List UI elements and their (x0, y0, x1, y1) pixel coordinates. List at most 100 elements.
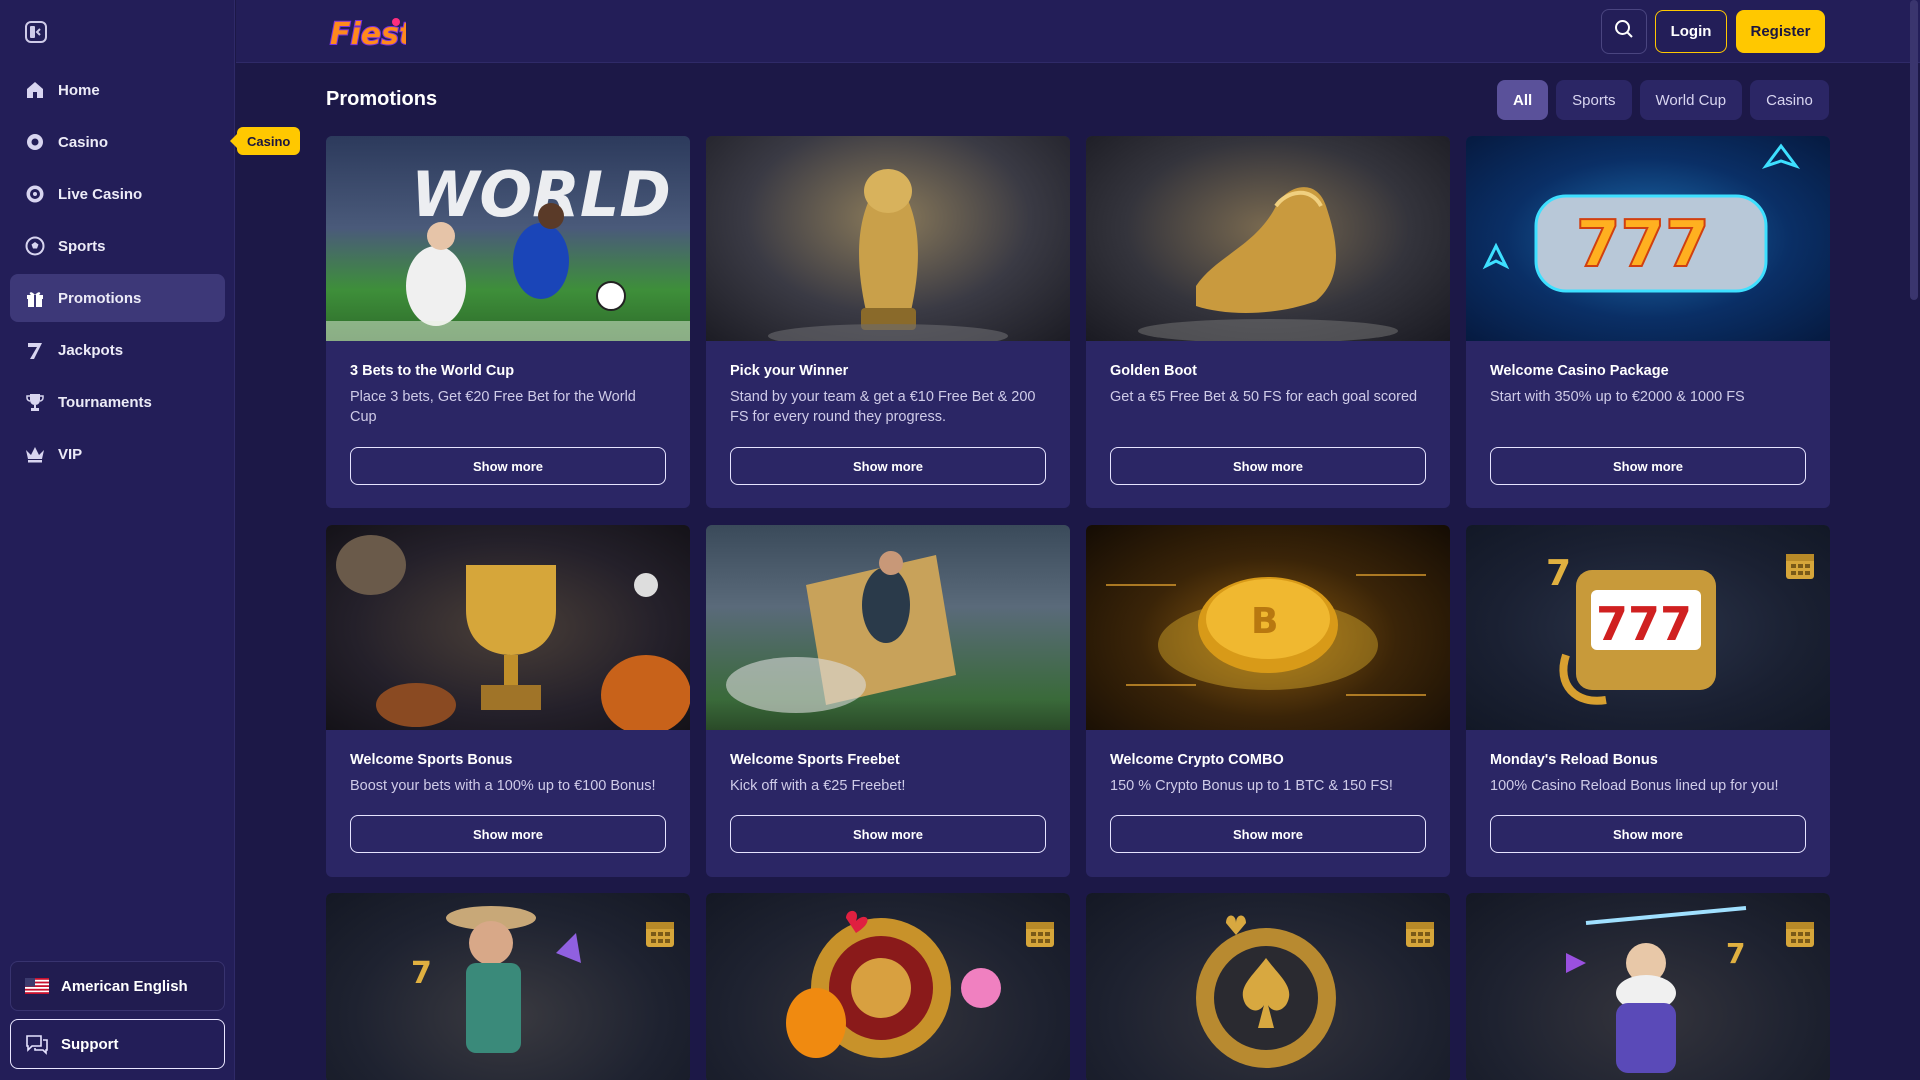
roulette-candy-image (706, 893, 1070, 1080)
page-scrollbar[interactable] (1910, 0, 1918, 300)
promo-card: B Welcome Crypto COMBO 150 % Crypto Bonu… (1086, 525, 1450, 877)
sidebar: Home Casino Live Casino Sports Promotion… (0, 0, 235, 1080)
promo-title: Welcome Sports Bonus (350, 752, 513, 768)
show-more-button[interactable]: Show more (350, 815, 666, 853)
promotion-filters: All Sports World Cup Casino (1497, 80, 1829, 120)
sidebar-item-home[interactable]: Home (10, 66, 225, 114)
chat-icon (25, 1033, 49, 1055)
promo-card: Welcome Sports Freebet Kick off with a €… (706, 525, 1070, 877)
calendar-icon (644, 917, 676, 949)
promo-card (706, 893, 1070, 1080)
casino-icon (24, 131, 46, 153)
show-more-button[interactable]: Show more (1490, 815, 1806, 853)
slot-machine-image: 777 7 (1466, 525, 1830, 730)
svg-text:7: 7 (1726, 937, 1745, 970)
filter-casino[interactable]: Casino (1750, 80, 1829, 120)
sidebar-item-label: Casino (58, 133, 109, 151)
show-more-button[interactable]: Show more (730, 447, 1046, 485)
promo-card: Welcome Sports Bonus Boost your bets wit… (326, 525, 690, 877)
filter-world-cup[interactable]: World Cup (1639, 80, 1743, 120)
promo-description: 150 % Crypto Bonus up to 1 BTC & 150 FS! (1110, 778, 1393, 794)
show-more-button[interactable]: Show more (1110, 815, 1426, 853)
world-cup-trophy-image (706, 136, 1070, 341)
slot-777-image: 777 (1466, 136, 1830, 341)
calendar-icon (1404, 917, 1436, 949)
show-more-button[interactable]: Show more (1490, 447, 1806, 485)
promo-card: 7 (1466, 893, 1830, 1080)
promo-title: Monday's Reload Bonus (1490, 752, 1658, 768)
crypto-coin-image: B (1086, 525, 1450, 730)
sports-freebet-image (706, 525, 1070, 730)
promo-card: Golden Boot Get a €5 Free Bet & 50 FS fo… (1086, 136, 1450, 508)
collapse-sidebar-icon[interactable] (24, 20, 48, 44)
sidebar-item-label: Promotions (58, 289, 142, 307)
sidebar-item-label: VIP (58, 445, 83, 463)
calendar-icon (1024, 917, 1056, 949)
sidebar-item-label: Home (58, 81, 100, 99)
show-more-button[interactable]: Show more (730, 815, 1046, 853)
zeus-slot-image: 7 (1466, 893, 1830, 1080)
promo-title: Pick your Winner (730, 363, 849, 379)
promo-card: WORLD 3 Bets to the World Cup Place 3 be… (326, 136, 690, 508)
crown-icon (24, 443, 46, 465)
promo-card: 777 7 Monday's Reload Bonus 100% Casino … (1466, 525, 1830, 877)
sidebar-item-casino[interactable]: Casino (10, 118, 225, 166)
language-selector[interactable]: American English (10, 961, 225, 1011)
calendar-icon (1784, 917, 1816, 949)
login-button[interactable]: Login (1655, 10, 1727, 53)
promo-title: Welcome Crypto COMBO (1110, 752, 1284, 768)
promo-title: Golden Boot (1110, 363, 1197, 379)
sports-trophy-image (326, 525, 690, 730)
svg-text:B: B (1251, 601, 1278, 642)
promo-title: 3 Bets to the World Cup (350, 363, 515, 379)
sidebar-item-vip[interactable]: VIP (10, 430, 225, 478)
casino-tooltip: Casino (229, 127, 301, 155)
sidebar-item-label: Sports (58, 237, 106, 255)
filter-all[interactable]: All (1497, 80, 1549, 120)
sidebar-item-live-casino[interactable]: Live Casino (10, 170, 225, 218)
svg-text:7: 7 (411, 956, 432, 991)
soccer-ball-icon (24, 235, 46, 257)
fiesta-logo[interactable]: Fiesta (326, 8, 435, 56)
promo-description: Get a €5 Free Bet & 50 FS for each goal … (1110, 389, 1418, 405)
poker-chip-image (1086, 893, 1450, 1080)
promo-description: Start with 350% up to €2000 & 1000 FS (1490, 389, 1745, 405)
us-flag-icon (25, 978, 49, 994)
promo-description: Place 3 bets, Get €20 Free Bet for the W… (350, 389, 636, 425)
world-cup-soccer-image: WORLD (326, 136, 690, 341)
show-more-button[interactable]: Show more (350, 447, 666, 485)
promo-card: 7 (326, 893, 690, 1080)
promo-card: 777 Welcome Casino Package Start with 35… (1466, 136, 1830, 508)
trophy-icon (24, 391, 46, 413)
home-icon (24, 79, 46, 101)
page-title: Promotions (326, 88, 438, 110)
live-casino-icon (24, 183, 46, 205)
calendar-icon (1784, 549, 1816, 581)
search-button[interactable] (1601, 9, 1647, 54)
sidebar-item-label: Live Casino (58, 185, 143, 203)
cowboy-slot-image: 7 (326, 893, 690, 1080)
filter-sports[interactable]: Sports (1556, 80, 1632, 120)
promo-title: Welcome Sports Freebet (730, 752, 900, 768)
promo-title: Welcome Casino Package (1490, 363, 1669, 379)
sidebar-item-label: Tournaments (58, 393, 152, 411)
promo-description: Stand by your team & get a €10 Free Bet … (730, 389, 1036, 425)
sidebar-item-label: Jackpots (58, 341, 124, 359)
svg-text:7: 7 (1546, 553, 1571, 594)
register-button[interactable]: Register (1736, 10, 1825, 53)
support-button[interactable]: Support (10, 1019, 225, 1069)
support-label: Support (61, 1035, 119, 1053)
sidebar-item-sports[interactable]: Sports (10, 222, 225, 270)
top-header: Fiesta Login Register (236, 0, 1920, 63)
promo-description: Kick off with a €25 Freebet! (730, 778, 906, 794)
promo-card: Pick your Winner Stand by your team & ge… (706, 136, 1070, 508)
promo-description: Boost your bets with a 100% up to €100 B… (350, 778, 656, 794)
sidebar-item-jackpots[interactable]: Jackpots (10, 326, 225, 374)
show-more-button[interactable]: Show more (1110, 447, 1426, 485)
sidebar-item-promotions[interactable]: Promotions (10, 274, 225, 322)
golden-boot-image (1086, 136, 1450, 341)
sidebar-item-tournaments[interactable]: Tournaments (10, 378, 225, 426)
language-label: American English (61, 977, 188, 995)
gift-icon (24, 287, 46, 309)
promo-card (1086, 893, 1450, 1080)
